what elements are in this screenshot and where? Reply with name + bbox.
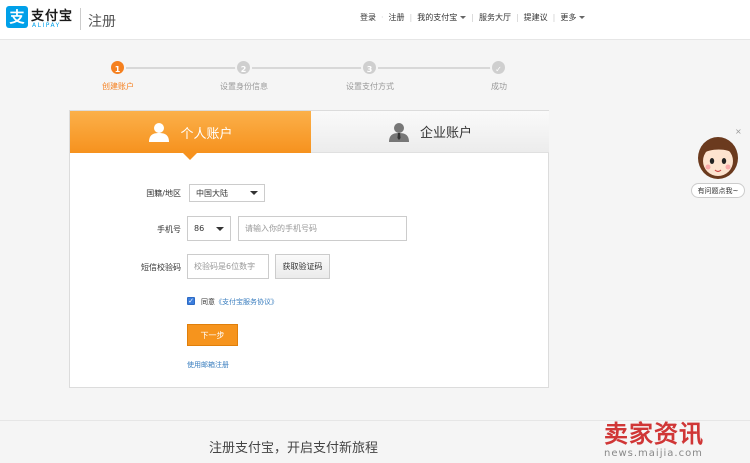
tab-personal-account[interactable]: 个人账户 (70, 111, 311, 160)
step-3-label: 设置支付方式 (346, 82, 394, 91)
chevron-down-icon (460, 15, 467, 19)
chevron-down-icon (579, 15, 586, 19)
nav-separator: · (381, 12, 384, 22)
agreement-text: 同意《支付宝服务协议》 (201, 297, 278, 307)
step-connector (378, 67, 491, 69)
nav-register-label: 注册 (388, 12, 405, 22)
phone-label: 手机号 (157, 225, 181, 234)
user-icon (149, 123, 170, 142)
chevron-down-icon (250, 191, 258, 195)
tab-personal-label: 个人账户 (180, 126, 233, 142)
nav-service-hall[interactable]: 服务大厅 (479, 12, 511, 23)
service-agreement-link[interactable]: 《支付宝服务协议》 (215, 298, 278, 306)
nav-suggest[interactable]: 提建议 (524, 12, 548, 23)
step-2-circle: 2 (235, 59, 252, 76)
step-1-circle: 1 (109, 59, 126, 76)
agree-label: 同意 (201, 298, 215, 306)
nav-service-hall-label: 服务大厅 (478, 12, 511, 22)
next-step-button[interactable]: 下一步 (187, 324, 238, 346)
sms-code-label: 短信校验码 (141, 263, 181, 272)
assistant-avatar-icon[interactable] (696, 134, 740, 180)
nav-separator: | (471, 12, 474, 22)
phone-code-value: 86 (194, 224, 205, 233)
step-1-label: 创建账户 (102, 82, 134, 91)
tab-company-account[interactable]: 企业账户 (311, 111, 549, 153)
agree-checkbox[interactable]: ✓ (187, 297, 195, 305)
phone-code-select[interactable]: 86 (187, 216, 231, 241)
nav-separator: | (515, 12, 519, 22)
country-select[interactable]: 中国大陆 (189, 184, 265, 202)
country-label: 国籍/地区 (146, 189, 181, 198)
get-code-button[interactable]: 获取验证码 (275, 254, 330, 279)
chevron-down-icon (216, 226, 224, 231)
watermark-text: 卖家资讯 (604, 420, 704, 448)
nav-login[interactable]: 登录 (360, 12, 376, 23)
register-card: 个人账户 企业账户 国籍/地区 中国大陆 手机号 86 短信校验码 获取验证码 … (69, 110, 549, 388)
nav-login-label: 登录 (360, 12, 376, 22)
email-register-link[interactable]: 使用邮箱注册 (187, 360, 229, 370)
page-title: 注册 (88, 14, 116, 30)
tab-company-label: 企业账户 (419, 126, 472, 141)
nav-suggest-label: 提建议 (523, 12, 548, 22)
sms-code-input[interactable] (187, 254, 269, 279)
nav-separator: | (409, 12, 413, 22)
help-button[interactable]: 有问题点我~ (691, 183, 745, 198)
step-3-circle: 3 (361, 59, 378, 76)
step-2-label: 设置身份信息 (220, 82, 268, 91)
top-header: 支 支付宝 ALIPAY 注册 登录 · 注册 | 我的支付宝 | 服务大厅 |… (0, 0, 750, 40)
alipay-logo-icon[interactable]: 支 (6, 6, 28, 28)
phone-input[interactable] (238, 216, 407, 241)
nav-register[interactable]: 注册 (389, 12, 405, 23)
step-connector (126, 67, 236, 69)
logo-subtext: ALIPAY (32, 22, 61, 29)
business-user-icon (388, 122, 409, 142)
nav-more-label: 更多 (560, 12, 577, 22)
nav-separator: | (552, 12, 556, 22)
top-nav: 登录 · 注册 | 我的支付宝 | 服务大厅 | 提建议 | 更多 (360, 11, 586, 23)
country-value: 中国大陆 (196, 188, 228, 198)
watermark-url: news.maijia.com (604, 448, 703, 459)
step-4-check-icon: ✓ (490, 59, 507, 76)
nav-more[interactable]: 更多 (560, 12, 586, 23)
nav-my-alipay[interactable]: 我的支付宝 (417, 12, 467, 23)
logo-divider (80, 8, 81, 30)
nav-my-alipay-label: 我的支付宝 (417, 12, 458, 22)
step-4-label: 成功 (491, 82, 507, 91)
step-connector (252, 67, 362, 69)
footer-slogan: 注册支付宝，开启支付新旅程 (209, 441, 379, 456)
